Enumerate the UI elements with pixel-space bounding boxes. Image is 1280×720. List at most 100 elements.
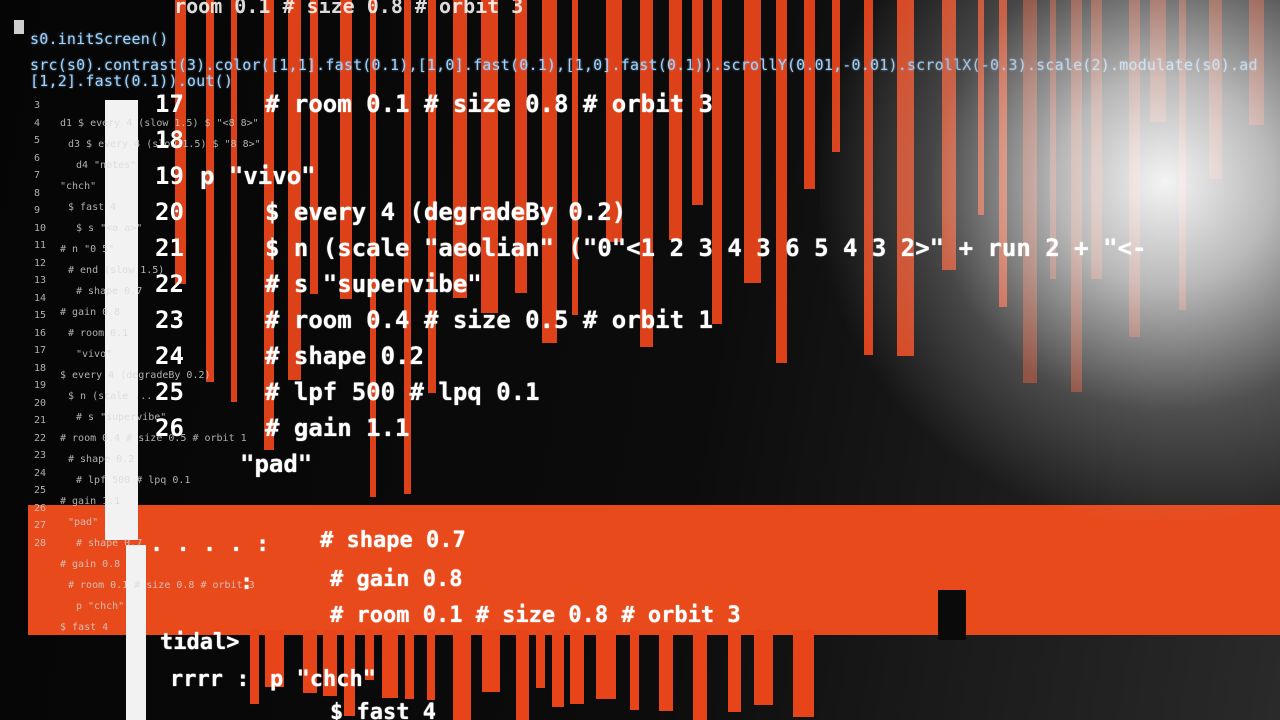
- visualizer-bar-lower: [596, 630, 616, 699]
- code-line[interactable]: p "vivo": [200, 162, 316, 190]
- gutter-line-number: 13: [34, 275, 47, 286]
- code-line-number: 22: [155, 270, 184, 298]
- code-line[interactable]: "pad": [240, 450, 312, 478]
- code-line-number: 23: [155, 306, 184, 334]
- code-line[interactable]: $ every 4 (degradeBy 0.2): [265, 198, 626, 226]
- minimap-line: # shape 0.7: [76, 286, 143, 297]
- visualizer-bar-lower: [536, 630, 545, 689]
- gutter-line-number: 22: [34, 432, 47, 444]
- gutter-line-number: 20: [34, 397, 47, 409]
- visualizer-bar: [864, 0, 873, 356]
- minimap-line: $ s "<a a>": [76, 223, 143, 234]
- code-line-number: 17: [155, 90, 184, 118]
- gutter-line-number: 21: [34, 415, 47, 426]
- minimap-line: # gain 0.8: [60, 559, 121, 570]
- gutter-line-number: 3: [34, 100, 41, 111]
- minimap-line: # gain 1.1: [60, 496, 121, 507]
- code-line-number: 20: [155, 198, 184, 226]
- visualizer-bar-lower: [630, 630, 639, 710]
- code-line[interactable]: # room 0.4 # size 0.5 # orbit 1: [265, 306, 713, 334]
- repl-prefix: rrrr :: [170, 667, 250, 692]
- gutter-line-number: 12: [34, 257, 47, 269]
- minimap-line: # end (slow 1.5): [68, 265, 165, 276]
- visualizer-bar-lower: [570, 630, 584, 705]
- visualizer-bar: [832, 0, 840, 152]
- gutter-line-number: 17: [34, 345, 47, 356]
- visualizer-bar-lower: [427, 630, 435, 701]
- minimap-line: "vivo": [76, 349, 113, 360]
- minimap-line: p "chch": [76, 601, 125, 612]
- gutter-line-number: 6: [34, 152, 41, 164]
- visualizer-bar-lower: [693, 630, 707, 720]
- repl-prefix: :: [240, 570, 254, 595]
- visualizer-bar: [481, 0, 498, 314]
- gutter-line-number: 10: [34, 222, 47, 234]
- gutter-line-number: 28: [34, 537, 47, 549]
- visualizer-bar: [542, 0, 557, 343]
- visualizer-bar: [1129, 0, 1140, 338]
- hydra-code-line-3[interactable]: [1,2].fast(0.1)).out(): [30, 72, 233, 90]
- gutter-line-number: 4: [34, 117, 41, 129]
- code-line[interactable]: # lpf 500 # lpq 0.1: [265, 378, 540, 406]
- gutter-line-number: 23: [34, 450, 47, 461]
- visualizer-bar: [640, 0, 653, 347]
- minimap-line: d4 "notes": [76, 160, 137, 171]
- visualizer-bar-lower: [453, 630, 471, 720]
- minimap-line: "pad": [68, 517, 99, 528]
- gutter-highlight-strip-lower: [126, 545, 146, 720]
- minimap-line: $ n (scale ...: [68, 391, 153, 402]
- code-line[interactable]: $ n (scale "aeolian" ("0"<1 2 3 4 3 6 5 …: [265, 234, 1146, 262]
- minimap-line: # room 0.4 # size 0.5 # orbit 1: [60, 433, 247, 444]
- code-line-number: 18: [155, 126, 184, 154]
- minimap-line: $ every 4 (degradeBy 0.2): [60, 370, 211, 381]
- gutter-line-number: 26: [34, 502, 47, 514]
- minimap-line: $ fast 4: [68, 202, 117, 213]
- minimap-line: # n "0 5": [60, 244, 115, 255]
- visualizer-bar: [669, 0, 682, 240]
- scrolled-code-fragment: room 0.1 # size 0.8 # orbit 3: [150, 0, 524, 18]
- code-line-number: 26: [155, 414, 184, 442]
- minimap-line: # shape 0.7: [76, 538, 143, 549]
- gutter-line-number: 19: [34, 380, 47, 391]
- gutter-line-number: 27: [34, 520, 47, 531]
- minimap-line: # s "supervibe": [76, 412, 167, 423]
- repl-line[interactable]: # gain 0.8: [330, 567, 462, 592]
- code-line[interactable]: # gain 1.1: [265, 414, 410, 442]
- visualizer-bar-lower: [405, 630, 414, 699]
- minimap-line: # lpf 500 # lpq 0.1: [76, 475, 191, 486]
- band-notch: [938, 590, 966, 640]
- repl-line[interactable]: tidal>: [160, 630, 239, 655]
- visualizer-bar: [897, 0, 914, 356]
- visualizer-bar-lower: [659, 630, 673, 711]
- visualizer-bar-lower: [754, 630, 773, 705]
- minimap-line: "chch": [60, 181, 97, 192]
- repl-line[interactable]: # room 0.1 # size 0.8 # orbit 3: [330, 603, 741, 628]
- code-line[interactable]: # room 0.1 # size 0.8 # orbit 3: [265, 90, 713, 118]
- repl-line[interactable]: p "chch": [270, 667, 376, 692]
- gutter-line-number: 25: [34, 485, 47, 496]
- code-line[interactable]: # shape 0.2: [265, 342, 424, 370]
- minimap-line: # gain 0.8: [60, 307, 121, 318]
- visualizer-bar-lower: [793, 630, 814, 718]
- gutter-line-number: 7: [34, 170, 41, 181]
- visualizer-bar-lower: [482, 630, 500, 693]
- repl-line[interactable]: # shape 0.7: [320, 528, 466, 553]
- minimap-line: # shape 0.2: [68, 454, 135, 465]
- visualizer-bar-lower: [552, 630, 564, 708]
- gutter-line-number: 11: [34, 240, 47, 251]
- visualizer-bar: [942, 0, 956, 271]
- visualizer-bar-lower: [250, 630, 259, 705]
- code-line[interactable]: # s "supervibe": [265, 270, 482, 298]
- gutter-line-number: 14: [34, 292, 47, 304]
- visualizer-bar-lower: [728, 630, 741, 712]
- visualizer-bar: [804, 0, 815, 189]
- gutter-line-number: 8: [34, 187, 41, 199]
- visualizer-bar: [978, 0, 984, 216]
- minimap-line: # room 0.1 # size 0.8 # orbit 3: [68, 580, 255, 591]
- visualizer-bar-lower: [382, 630, 398, 699]
- hydra-code-line-1[interactable]: s0.initScreen(): [30, 30, 168, 48]
- code-line-number: 21: [155, 234, 184, 262]
- visualizer-bar: [776, 0, 787, 363]
- repl-line[interactable]: $ fast 4: [330, 700, 436, 720]
- visualizer-bar: [572, 0, 578, 315]
